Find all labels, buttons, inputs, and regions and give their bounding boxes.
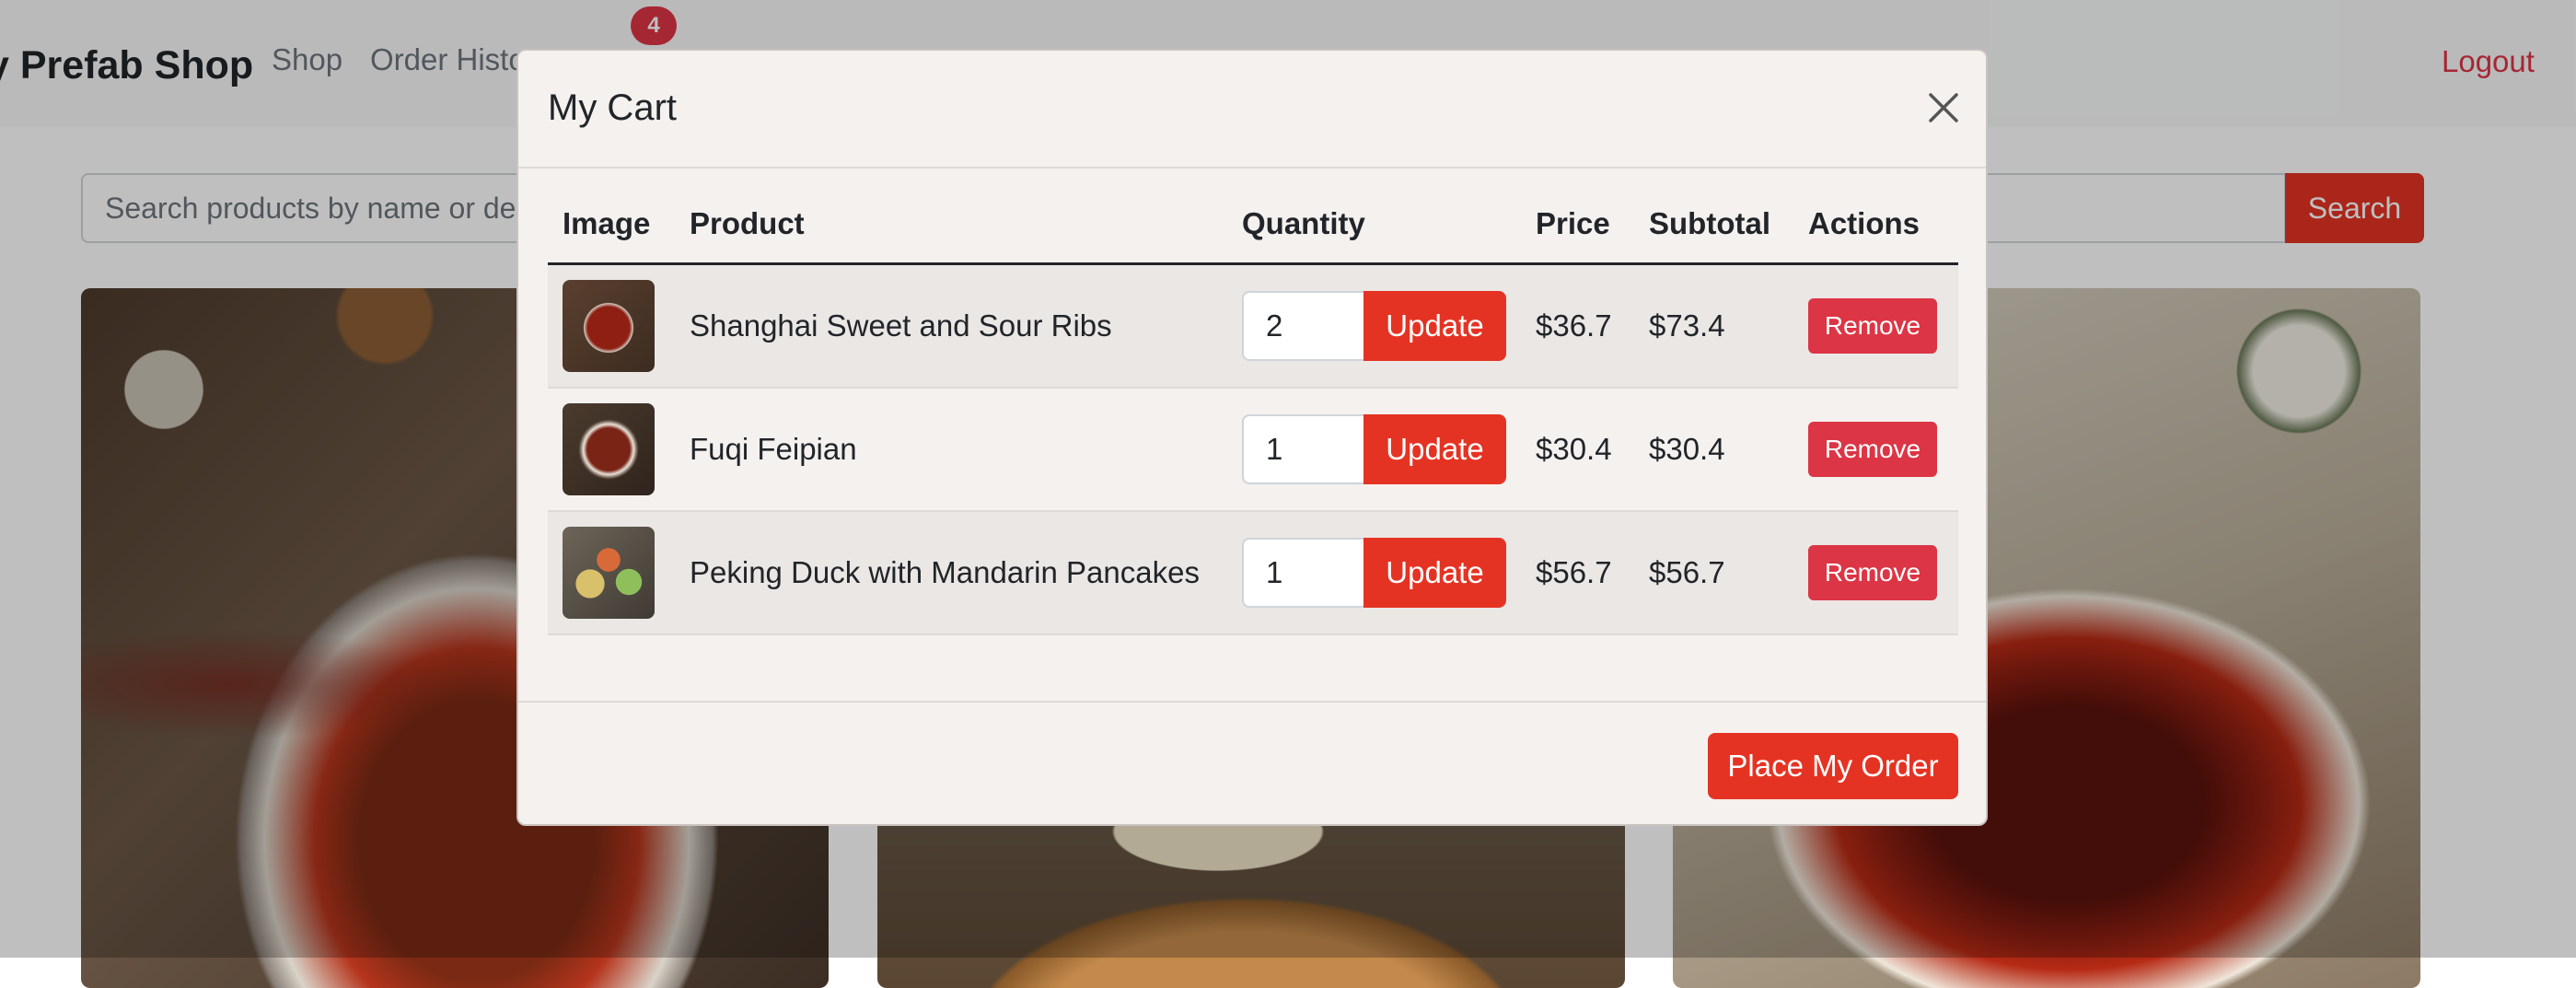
quantity-group: Update: [1242, 414, 1521, 484]
price-cell: $56.7: [1521, 511, 1634, 635]
product-thumbnail: [563, 280, 655, 372]
product-name: Shanghai Sweet and Sour Ribs: [675, 263, 1227, 389]
column-header-subtotal: Subtotal: [1634, 185, 1793, 265]
close-icon: [1929, 93, 1958, 122]
product-thumbnail: [563, 527, 655, 619]
table-row: Fuqi Feipian Update $30.4 $30.4 Remove: [548, 388, 1958, 512]
subtotal-cell: $73.4: [1634, 263, 1793, 389]
cart-table: Image Product Quantity Price Subtotal Ac…: [548, 185, 1958, 635]
column-header-image: Image: [548, 185, 675, 265]
modal-footer: Place My Order: [518, 701, 1986, 826]
product-name: Peking Duck with Mandarin Pancakes: [675, 511, 1227, 635]
subtotal-cell: $56.7: [1634, 511, 1793, 635]
update-button[interactable]: Update: [1363, 538, 1506, 608]
column-header-price: Price: [1521, 185, 1634, 265]
quantity-input[interactable]: [1242, 291, 1363, 361]
close-button[interactable]: [1923, 87, 1964, 128]
table-header-row: Image Product Quantity Price Subtotal Ac…: [548, 185, 1958, 265]
remove-button[interactable]: Remove: [1808, 298, 1937, 354]
price-cell: $30.4: [1521, 388, 1634, 512]
place-order-button[interactable]: Place My Order: [1708, 733, 1958, 799]
column-header-quantity: Quantity: [1227, 185, 1521, 265]
table-row: Peking Duck with Mandarin Pancakes Updat…: [548, 511, 1958, 635]
product-name: Fuqi Feipian: [675, 388, 1227, 512]
cart-modal: My Cart Image Product Quantity Price Sub…: [516, 49, 1988, 826]
quantity-group: Update: [1242, 291, 1521, 361]
quantity-input[interactable]: [1242, 538, 1363, 608]
quantity-input[interactable]: [1242, 414, 1363, 484]
update-button[interactable]: Update: [1363, 414, 1506, 484]
column-header-actions: Actions: [1793, 185, 1958, 265]
price-cell: $36.7: [1521, 263, 1634, 389]
product-thumbnail: [563, 403, 655, 495]
remove-button[interactable]: Remove: [1808, 545, 1937, 600]
modal-title: My Cart: [548, 87, 677, 128]
subtotal-cell: $30.4: [1634, 388, 1793, 512]
update-button[interactable]: Update: [1363, 291, 1506, 361]
modal-header: My Cart: [518, 51, 1986, 169]
table-row: Shanghai Sweet and Sour Ribs Update $36.…: [548, 263, 1958, 389]
quantity-group: Update: [1242, 538, 1521, 608]
remove-button[interactable]: Remove: [1808, 422, 1937, 477]
column-header-product: Product: [675, 185, 1227, 265]
